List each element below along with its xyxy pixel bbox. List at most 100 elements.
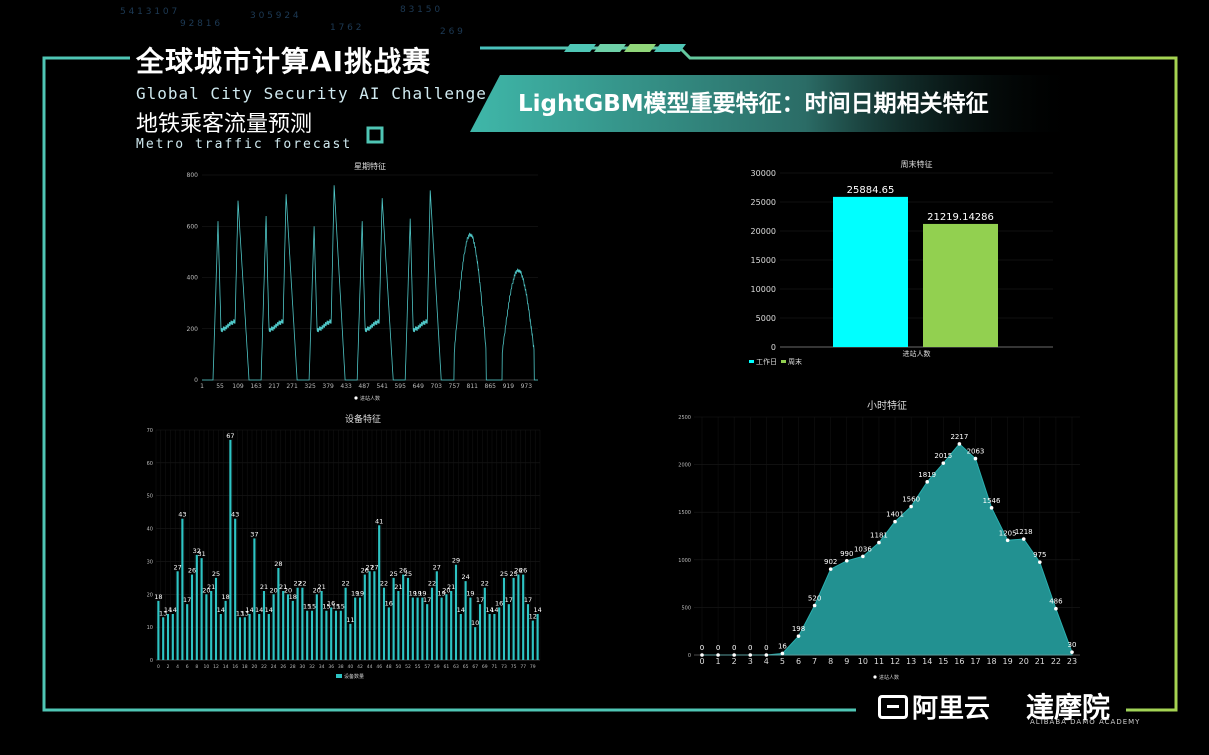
x-tick-label: 109 [232,383,244,390]
data-label: 21 [447,583,455,591]
data-label: 22 [298,580,306,588]
bar [459,614,462,660]
bar [517,574,520,660]
x-category-label: 进站人数 [903,349,931,358]
data-label: 20 [269,586,277,594]
data-label: 14 [265,606,273,614]
y-tick-label: 0 [688,653,691,659]
bar [310,610,314,660]
data-label: 2015 [934,452,952,460]
y-tick-label: 30000 [751,169,776,178]
svg-text:5 4 1 3 1 0 7: 5 4 1 3 1 0 7 [120,7,177,17]
x-tick-label: 1 [200,383,204,390]
data-label: 975 [1033,551,1046,559]
y-tick-label: 20 [147,592,153,598]
data-point [941,461,946,465]
data-point [877,540,881,545]
bar [507,604,510,660]
data-label: 25 [500,570,508,578]
bar [474,627,477,660]
bar [301,587,304,660]
bar [416,597,419,660]
bar [219,614,222,660]
legend-marker [873,675,877,679]
y-tick-label: 40 [147,527,153,533]
x-tick-label: 271 [286,383,298,390]
device-feature-chart: 设备特征010203040506070181314142743172632312… [147,413,542,680]
bar [445,594,448,660]
bar [243,617,246,660]
x-tick-label: 61 [444,664,450,670]
bar [363,574,366,660]
x-tick-label: 865 [485,383,497,390]
x-tick-label: 55 [216,383,224,390]
brand-subtitle-zh: 地铁乘客流量预测 [136,112,313,137]
x-tick-label: 325 [304,383,316,390]
data-label: 0 [700,644,704,652]
x-tick-label: 73 [501,664,507,670]
bar [373,571,376,660]
bar [176,571,179,660]
bar [229,439,232,660]
data-label: 1546 [983,497,1001,505]
x-tick-label: 38 [338,664,344,670]
x-tick-label: 4 [176,664,179,670]
data-point [973,456,978,461]
y-tick-label: 5000 [756,314,776,323]
x-tick-label: 13 [906,657,916,666]
bar [282,591,285,660]
data-label: 25 [212,570,220,578]
data-label: 21 [317,583,325,591]
y-tick-label: 20000 [751,227,776,236]
data-label: 1218 [1015,528,1033,536]
legend-label-weekend: 周末 [788,357,802,366]
x-tick-label: 48 [386,664,392,670]
x-tick-label: 10 [204,664,210,670]
data-label: 21219.14286 [927,212,994,223]
y-tick-label: 1500 [678,510,691,516]
x-tick-label: 7 [812,657,817,666]
x-tick-label: 65 [463,664,469,670]
x-tick-label: 811 [467,383,479,390]
x-tick-label: 6 [186,664,189,670]
bar [397,591,400,660]
svg-text:1 7 6 2: 1 7 6 2 [330,23,362,33]
x-tick-label: 14 [922,657,932,666]
data-label: 990 [840,550,853,558]
data-label: 27 [173,563,181,571]
y-tick-label: 0 [194,377,198,384]
data-point [1005,538,1010,543]
data-label: 0 [764,644,768,652]
data-label: 37 [250,530,258,538]
data-label: 17 [423,596,431,604]
x-tick-label: 20 [1019,657,1029,666]
data-label: 1819 [918,471,936,479]
data-label: 67 [226,432,234,440]
x-tick-label: 163 [250,383,262,390]
bar [210,591,213,660]
bar [450,591,453,660]
x-tick-label: 14 [223,664,229,670]
x-tick-label: 30 [300,664,306,670]
bar [224,600,227,660]
bar [296,587,299,660]
x-tick-label: 52 [405,664,411,670]
bar [272,594,275,660]
bar [166,614,170,660]
alibaba-cloud-label: 阿里云 [912,694,991,724]
x-tick-label: 40 [348,664,354,670]
x-tick-label: 16 [954,657,964,666]
x-tick-label: 217 [268,383,280,390]
data-label: 18 [154,593,162,601]
x-tick-label: 6 [796,657,801,666]
bar [378,525,381,660]
data-label: 28 [274,560,282,568]
bar [330,607,333,660]
data-label: 11 [346,616,354,624]
data-point [796,634,801,638]
x-tick-label: 0 [157,664,160,670]
data-label: 27 [433,563,441,571]
x-tick-label: 26 [280,664,286,670]
data-label: 520 [808,594,821,602]
data-label: 14 [533,606,541,614]
